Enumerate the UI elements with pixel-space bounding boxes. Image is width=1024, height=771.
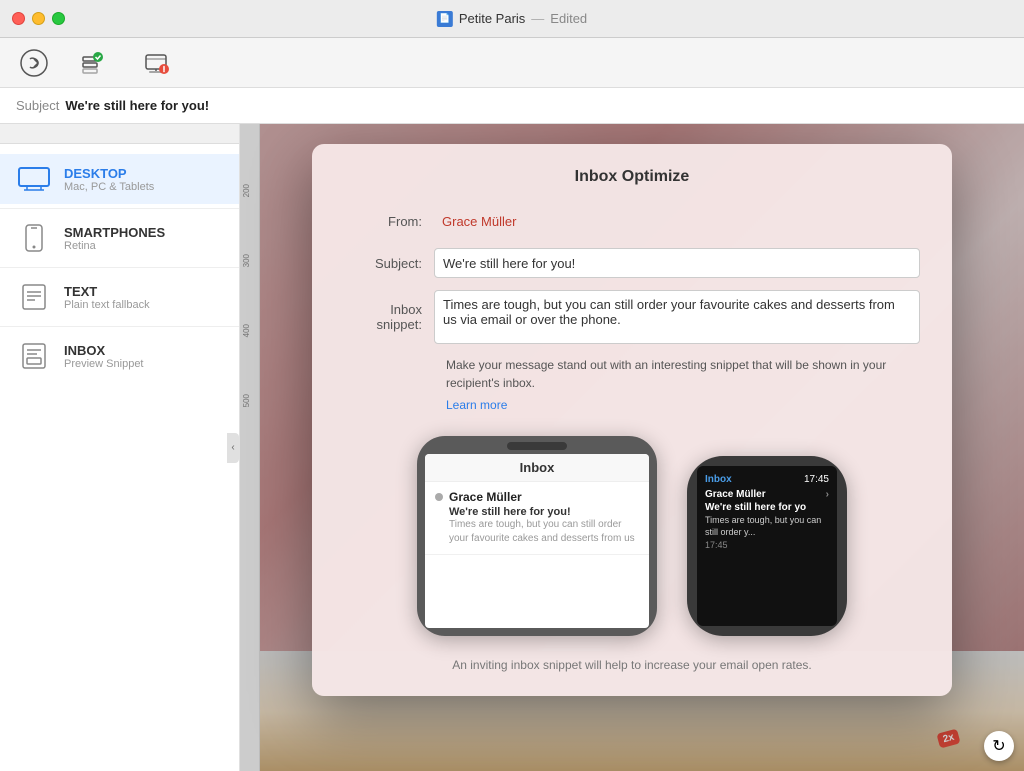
- smartphone-icon: [16, 223, 52, 253]
- canvas-area: 200 300 400 500 2x Inbox Optimize From:: [240, 124, 1024, 771]
- hint-text: Make your message stand out with an inte…: [446, 356, 920, 392]
- subject-bar: Subject We're still here for you!: [0, 88, 1024, 124]
- close-button[interactable]: [12, 12, 25, 25]
- smartphones-title: SMARTPHONES: [64, 225, 165, 240]
- minimize-button[interactable]: [32, 12, 45, 25]
- watch-header: Inbox 17:45: [705, 474, 829, 485]
- title-separator: —: [531, 11, 544, 26]
- traffic-lights: [12, 12, 65, 25]
- sidebar: DESKTOP Mac, PC & Tablets SMARTPHONES Re…: [0, 124, 240, 771]
- watch-sender: Grace Müller ›: [705, 489, 829, 500]
- window-title: 📄 Petite Paris — Edited: [437, 11, 587, 27]
- from-row: From:: [344, 206, 920, 236]
- watch-screen: Inbox 17:45 Grace Müller › We're still h…: [697, 466, 837, 626]
- document-icon: 📄: [437, 11, 453, 27]
- phone-sender-name: Grace Müller: [449, 490, 522, 504]
- phone-unread-dot: [435, 493, 443, 501]
- subject-label: Subject: [16, 98, 59, 113]
- phone-sender-row: Grace Müller: [435, 490, 639, 504]
- sidebar-item-smartphones[interactable]: SMARTPHONES Retina: [0, 213, 239, 263]
- watch-time: 17:45: [804, 474, 829, 485]
- sidebar-collapse[interactable]: ‹: [227, 433, 239, 463]
- snippet-row: Inboxsnippet: Times are tough, but you c…: [344, 290, 920, 344]
- sidebar-item-desktop[interactable]: DESKTOP Mac, PC & Tablets: [0, 154, 239, 204]
- phone-email-item: Grace Müller We're still here for you! T…: [425, 482, 649, 555]
- watch-inbox-label: Inbox: [705, 474, 732, 485]
- inbox-subtitle: Preview Snippet: [64, 358, 144, 370]
- snippet-textarea[interactable]: Times are tough, but you can still order…: [434, 290, 920, 344]
- from-label: From:: [344, 214, 434, 229]
- text-subtitle: Plain text fallback: [64, 299, 150, 311]
- subject-input[interactable]: [434, 248, 920, 278]
- watch-time-small: 17:45: [705, 540, 829, 550]
- modal-dialog: Inbox Optimize From: Subject: Inboxsnipp…: [312, 144, 952, 696]
- desktop-subtitle: Mac, PC & Tablets: [64, 181, 154, 193]
- phone-subject: We're still here for you!: [435, 506, 639, 518]
- sidebar-item-inbox[interactable]: INBOX Preview Snippet: [0, 331, 239, 381]
- snippet-label: Inboxsnippet:: [344, 302, 434, 332]
- sidebar-item-text[interactable]: TEXT Plain text fallback: [0, 272, 239, 322]
- main-area: DESKTOP Mac, PC & Tablets SMARTPHONES Re…: [0, 124, 1024, 771]
- divider-2: [0, 267, 239, 268]
- modal-title: Inbox Optimize: [344, 168, 920, 186]
- phone-inbox-header: Inbox: [425, 454, 649, 482]
- text-title: TEXT: [64, 284, 150, 299]
- phone-preview-text: Times are tough, but you can still order…: [435, 518, 639, 546]
- desktop-icon: [16, 164, 52, 194]
- title-text: Petite Paris: [459, 11, 525, 26]
- watch-chevron: ›: [826, 489, 829, 500]
- sidebar-content: DESKTOP Mac, PC & Tablets SMARTPHONES Re…: [0, 144, 239, 391]
- titlebar: 📄 Petite Paris — Edited: [0, 0, 1024, 38]
- modal-bottom-hint: An inviting inbox snippet will help to i…: [344, 658, 920, 672]
- maximize-button[interactable]: [52, 12, 65, 25]
- watch-subject: We're still here for yo: [705, 502, 829, 513]
- divider-3: [0, 326, 239, 327]
- phone-notch: [507, 442, 567, 450]
- inbox-icon: [16, 341, 52, 371]
- subject-row: Subject:: [344, 248, 920, 278]
- phone-mockup: Inbox Grace Müller We're still here for …: [417, 436, 657, 636]
- text-item-text: TEXT Plain text fallback: [64, 284, 150, 311]
- inbox-title: INBOX: [64, 343, 144, 358]
- from-input[interactable]: [434, 206, 920, 236]
- device-previews: Inbox Grace Müller We're still here for …: [344, 436, 920, 646]
- desktop-text: DESKTOP Mac, PC & Tablets: [64, 166, 154, 193]
- subject-value: We're still here for you!: [65, 98, 209, 113]
- modal-overlay: Inbox Optimize From: Subject: Inboxsnipp…: [240, 124, 1024, 771]
- smartphones-subtitle: Retina: [64, 240, 165, 252]
- subject-form-label: Subject:: [344, 256, 434, 271]
- watch-mockup: Inbox 17:45 Grace Müller › We're still h…: [687, 456, 847, 636]
- watch-preview-text: Times are tough, but you can still order…: [705, 515, 829, 538]
- learn-more-link[interactable]: Learn more: [446, 398, 507, 412]
- watch-sender-name: Grace Müller: [705, 489, 766, 500]
- layers-icon[interactable]: [72, 45, 108, 81]
- preview-icon[interactable]: [138, 45, 174, 81]
- divider-1: [0, 208, 239, 209]
- inbox-text: INBOX Preview Snippet: [64, 343, 144, 370]
- toolbar: [0, 38, 1024, 88]
- refresh-button[interactable]: ↻: [984, 731, 1014, 761]
- desktop-title: DESKTOP: [64, 166, 154, 181]
- title-status: Edited: [550, 11, 587, 26]
- phone-screen: Inbox Grace Müller We're still here for …: [425, 454, 649, 628]
- send-icon[interactable]: [16, 45, 52, 81]
- text-icon: [16, 282, 52, 312]
- smartphones-text: SMARTPHONES Retina: [64, 225, 165, 252]
- ruler-top: [0, 124, 239, 144]
